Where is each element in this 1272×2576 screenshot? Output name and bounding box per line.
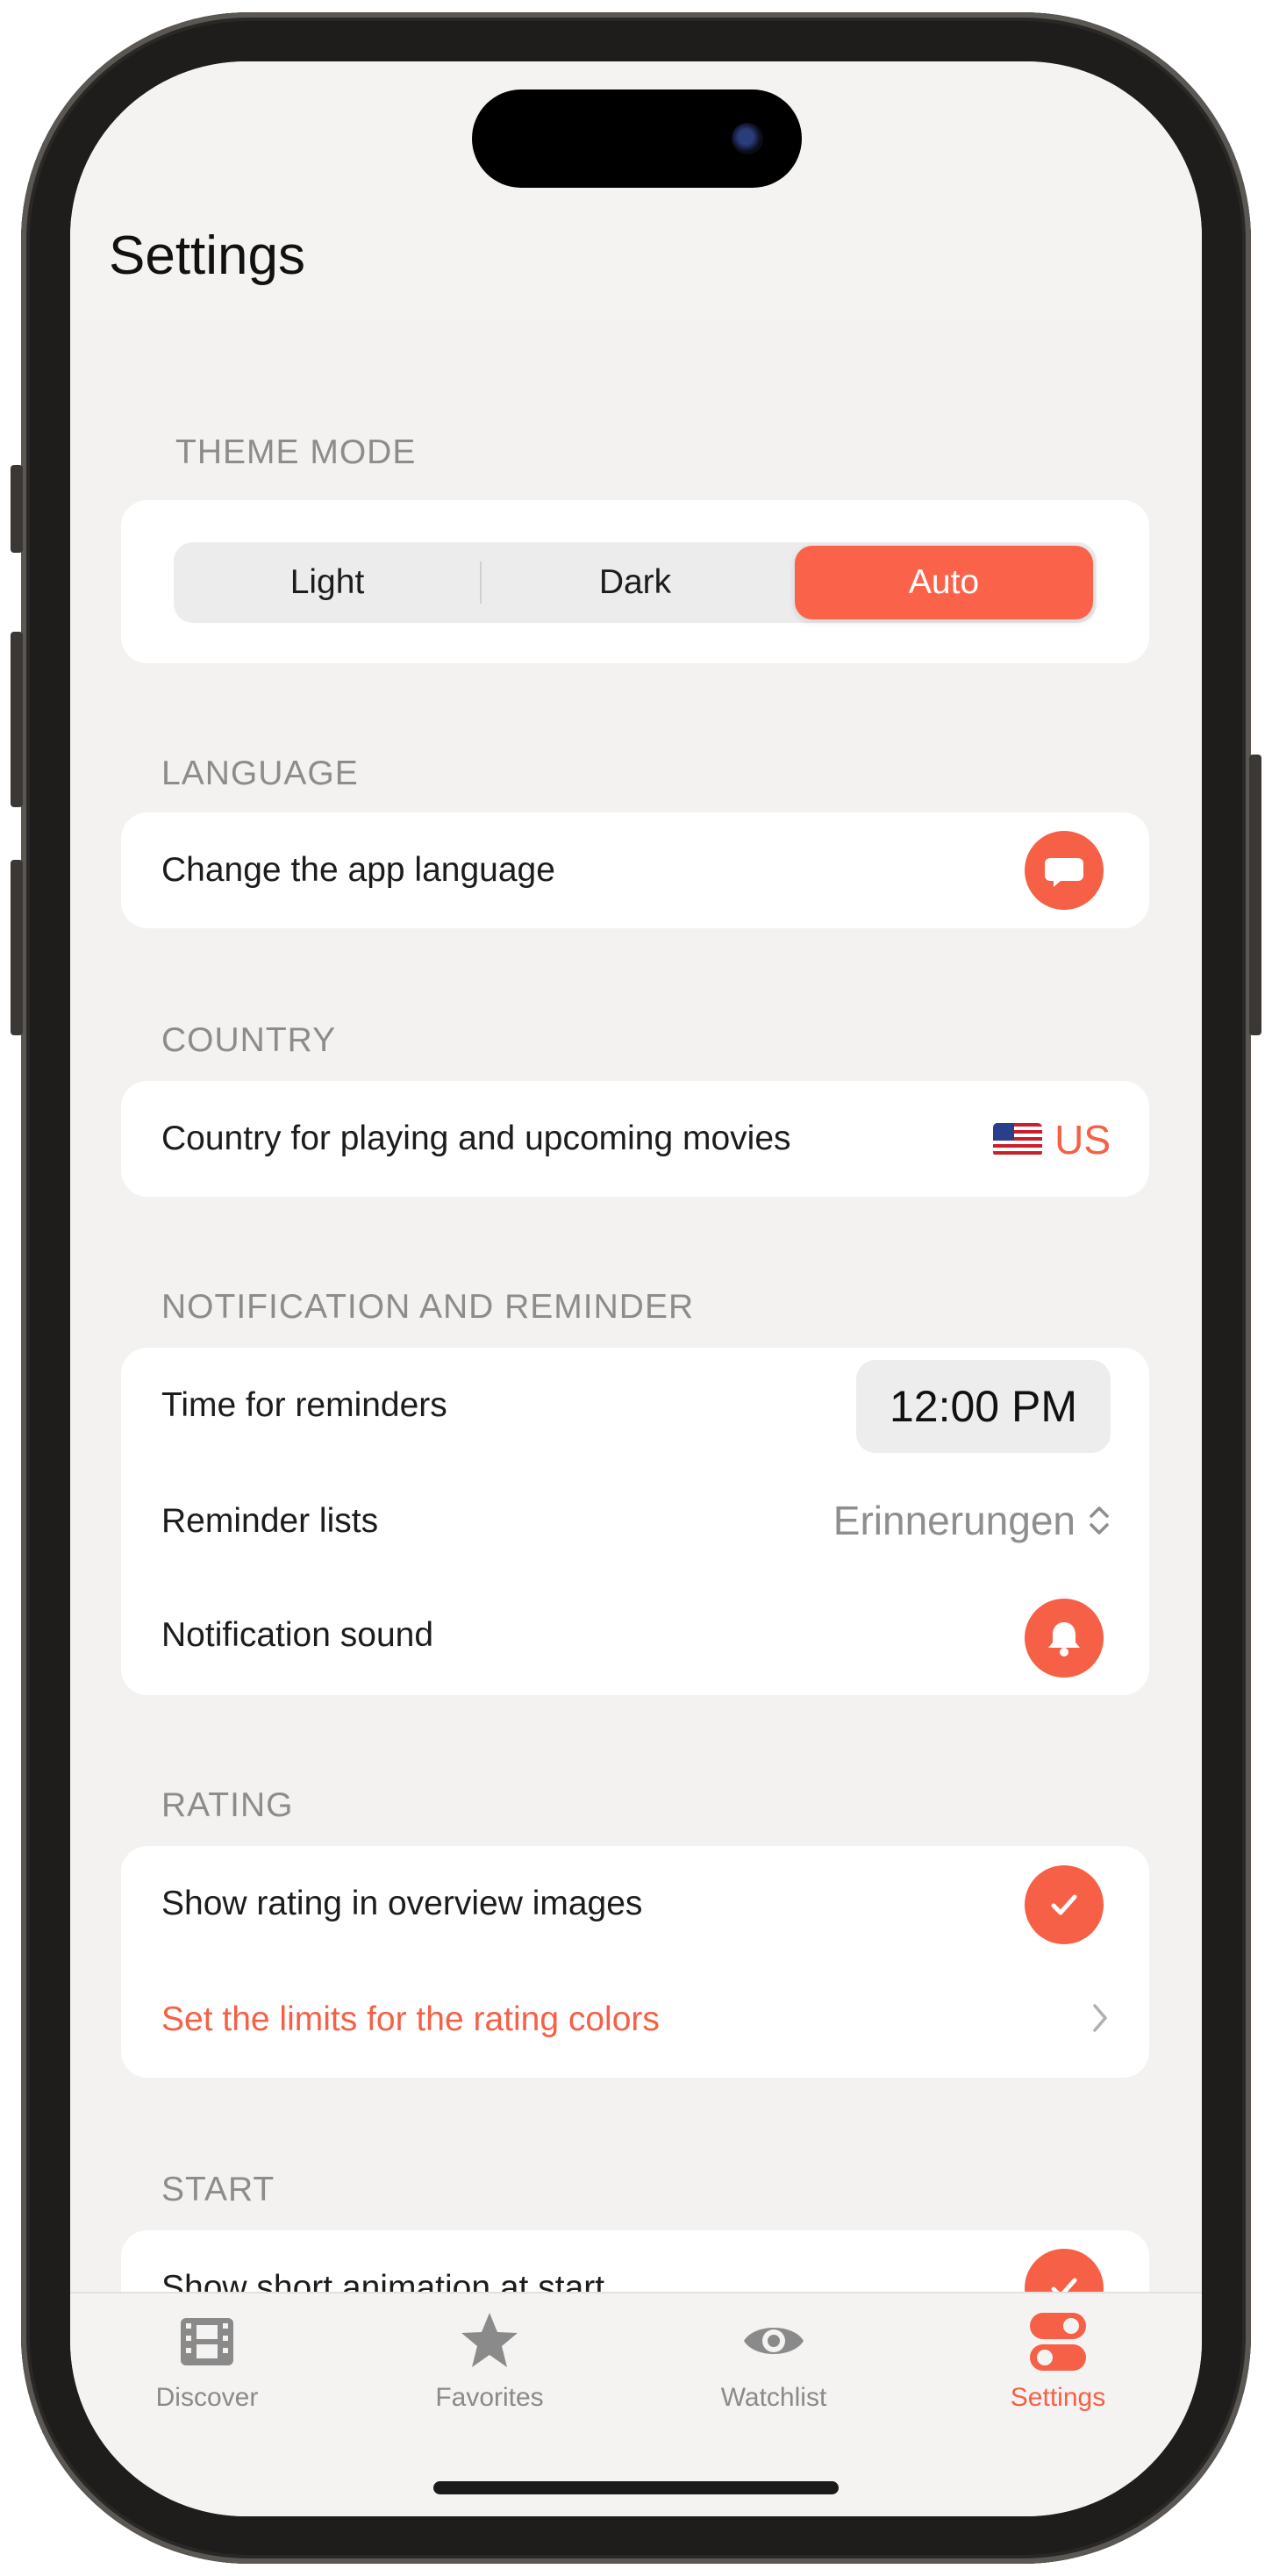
eye-icon bbox=[744, 2328, 804, 2354]
section-label-rating: RATING bbox=[161, 1786, 294, 1824]
home-indicator[interactable] bbox=[433, 2481, 839, 2494]
page-title: Settings bbox=[109, 225, 306, 286]
side-button-mute bbox=[11, 465, 23, 553]
language-row-label: Change the app language bbox=[161, 851, 555, 889]
country-row-label: Country for playing and upcoming movies bbox=[161, 1120, 791, 1157]
side-button-volume-down bbox=[11, 860, 23, 1035]
section-label-start: START bbox=[161, 2171, 275, 2208]
show-rating-checkbox[interactable] bbox=[1025, 1865, 1104, 1944]
rating-limits-link[interactable]: Set the limits for the rating colors bbox=[161, 2000, 660, 2039]
notification-card: Time for reminders 12:00 PM Reminder lis… bbox=[121, 1348, 1149, 1695]
screen: Settings THEME MODE Light Dark Auto LANG… bbox=[70, 61, 1202, 2516]
chevron-up-down-icon bbox=[1090, 1506, 1109, 1535]
rating-card: Show rating in overview images Set the l… bbox=[121, 1846, 1149, 2078]
speech-bubble-icon bbox=[1045, 858, 1083, 887]
tab-discover[interactable]: Discover bbox=[102, 2306, 312, 2437]
section-label-country: COUNTRY bbox=[161, 1021, 337, 1059]
side-button-volume-up bbox=[11, 632, 23, 807]
bell-icon bbox=[1048, 1622, 1080, 1657]
tab-discover-label: Discover bbox=[155, 2383, 259, 2412]
toggles-icon bbox=[1030, 2313, 1086, 2371]
section-label-theme: THEME MODE bbox=[175, 433, 417, 471]
camera-icon bbox=[732, 123, 763, 154]
chevron-right-icon[interactable] bbox=[1090, 2000, 1111, 2036]
reminder-lists-label: Reminder lists bbox=[161, 1502, 379, 1540]
show-rating-label: Show rating in overview images bbox=[161, 1885, 643, 1922]
dynamic-island bbox=[472, 89, 802, 188]
section-label-notification: NOTIFICATION AND REMINDER bbox=[161, 1288, 695, 1326]
language-button[interactable] bbox=[1025, 831, 1104, 910]
tab-watchlist[interactable]: Watchlist bbox=[668, 2306, 879, 2437]
tab-favorites[interactable]: Favorites bbox=[384, 2306, 595, 2437]
us-flag-icon bbox=[993, 1123, 1043, 1156]
side-button-power bbox=[1249, 755, 1261, 1035]
theme-option-light[interactable]: Light bbox=[174, 542, 481, 623]
tab-watchlist-label: Watchlist bbox=[720, 2383, 827, 2412]
section-label-language: LANGUAGE bbox=[161, 755, 359, 792]
theme-card: Light Dark Auto bbox=[121, 500, 1149, 663]
theme-option-auto[interactable]: Auto bbox=[795, 546, 1093, 619]
country-card: Country for playing and upcoming movies … bbox=[121, 1081, 1149, 1197]
tab-favorites-label: Favorites bbox=[435, 2383, 544, 2412]
notification-sound-button[interactable] bbox=[1025, 1599, 1104, 1678]
reminder-lists-value: Erinnerungen bbox=[833, 1498, 1075, 1543]
reminder-lists-picker[interactable]: Erinnerungen bbox=[833, 1497, 1111, 1544]
time-row-label: Time for reminders bbox=[161, 1386, 447, 1424]
country-picker[interactable]: US bbox=[993, 1116, 1111, 1163]
theme-segmented-control: Light Dark Auto bbox=[174, 542, 1097, 623]
tab-settings[interactable]: Settings bbox=[953, 2306, 1163, 2437]
tab-settings-label: Settings bbox=[1010, 2383, 1106, 2412]
theme-option-dark[interactable]: Dark bbox=[482, 542, 789, 623]
country-value: US bbox=[1054, 1117, 1111, 1163]
film-icon bbox=[181, 2318, 233, 2365]
language-card: Change the app language bbox=[121, 812, 1149, 928]
time-picker[interactable]: 12:00 PM bbox=[856, 1360, 1111, 1453]
star-icon bbox=[461, 2313, 518, 2367]
notification-sound-label: Notification sound bbox=[161, 1616, 434, 1654]
checkmark-icon bbox=[1051, 1894, 1077, 1915]
